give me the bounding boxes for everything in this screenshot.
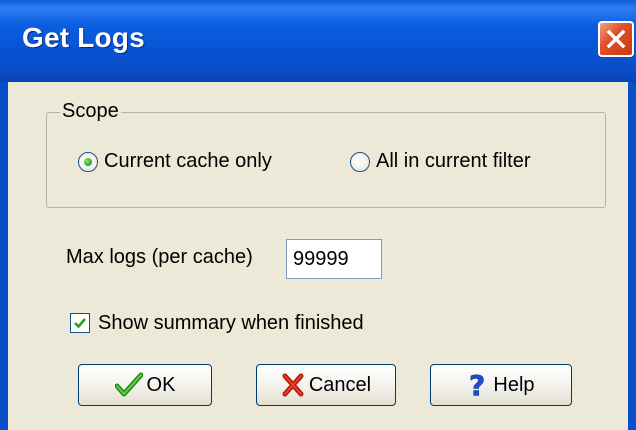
help-button-label: Help	[493, 373, 535, 396]
get-logs-dialog: Get Logs Scope Current cache only All in…	[0, 0, 636, 430]
max-logs-label: Max logs (per cache)	[66, 246, 253, 268]
show-summary-label: Show summary when finished	[98, 312, 364, 334]
cancel-button[interactable]: Cancel	[256, 364, 396, 406]
radio-selected-dot	[84, 157, 92, 166]
radio-label: All in current filter	[376, 150, 531, 172]
radio-current-cache-only[interactable]: Current cache only	[78, 150, 272, 173]
radio-button-icon	[350, 151, 370, 172]
scope-legend: Scope	[60, 100, 121, 123]
checkmark-icon	[114, 372, 143, 398]
radio-button-icon	[78, 151, 98, 172]
radio-label: Current cache only	[104, 150, 272, 172]
show-summary-checkbox[interactable]	[70, 313, 90, 333]
svg-text:?: ?	[469, 371, 485, 399]
ok-button-label: OK	[146, 373, 176, 396]
question-mark-icon: ?	[467, 371, 489, 399]
ok-button[interactable]: OK	[78, 364, 212, 406]
checkmark-icon	[74, 318, 86, 329]
window-frame-right	[628, 82, 636, 430]
title-bar[interactable]: Get Logs	[0, 0, 636, 82]
window-frame-left	[0, 82, 8, 430]
x-icon	[281, 373, 305, 397]
close-button[interactable]	[598, 21, 634, 57]
radio-all-in-current-filter[interactable]: All in current filter	[350, 150, 531, 173]
max-logs-input[interactable]: 99999	[286, 239, 382, 279]
dialog-title: Get Logs	[22, 22, 145, 53]
help-button[interactable]: ? Help	[430, 364, 572, 406]
cancel-button-label: Cancel	[308, 373, 372, 396]
close-icon	[606, 29, 626, 49]
